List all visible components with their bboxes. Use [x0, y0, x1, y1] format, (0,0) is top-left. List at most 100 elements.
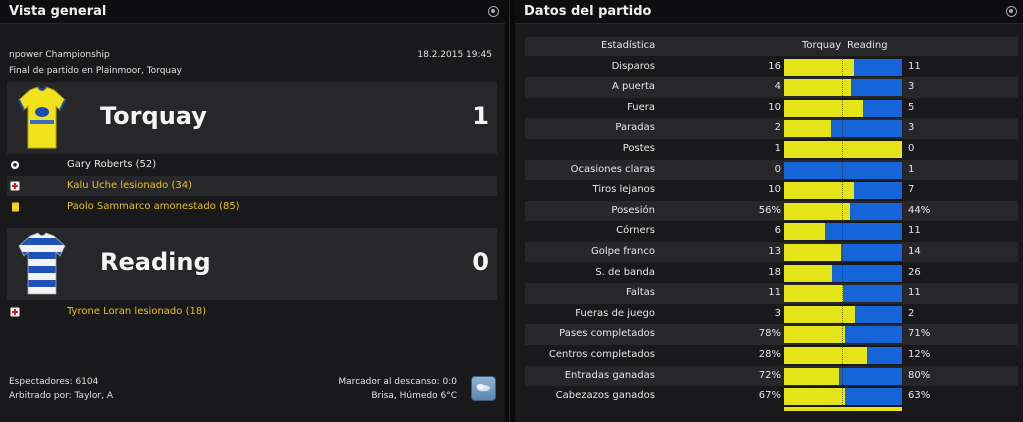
stat-comparison-bar [784, 243, 902, 261]
stat-home-bar [784, 388, 846, 406]
injury-icon [10, 181, 20, 191]
stat-row: Golpe franco 13 14 [525, 241, 1018, 263]
stat-bar-midline [842, 285, 843, 303]
stat-home-bar [784, 223, 826, 241]
away-kit-icon [18, 232, 66, 295]
stat-row: Pases completados 78% 71% [525, 324, 1018, 345]
away-team-name[interactable]: Reading [100, 248, 211, 276]
stat-away-value: 11 [908, 60, 921, 72]
stat-away-value: 26 [908, 266, 921, 278]
stat-away-value: 2 [908, 307, 915, 319]
overview-panel: Vista general npower Championship 18.2.2… [0, 0, 505, 422]
stat-home-value: 3 [774, 307, 781, 319]
stat-home-value: 13 [768, 245, 781, 257]
stat-away-value: 0 [908, 142, 915, 154]
stat-row: A puerta 4 3 [525, 77, 1018, 98]
stat-comparison-bar [784, 99, 902, 117]
competition-name[interactable]: npower Championship [9, 50, 110, 60]
stat-home-bar [784, 243, 841, 261]
stat-bar-midline [842, 202, 843, 220]
event-text[interactable]: Kalu Uche lesionado (34) [67, 180, 192, 191]
stat-bar-midline [842, 120, 843, 138]
stat-comparison-bar [784, 326, 902, 344]
stat-comparison-bar [784, 161, 902, 179]
stat-away-value: 3 [908, 122, 915, 134]
stat-home-value: 2 [774, 122, 781, 134]
stat-away-value: 12% [908, 348, 931, 360]
stat-bar-midline [842, 58, 843, 76]
stat-comparison-bar [784, 140, 902, 158]
stat-home-value: 1 [774, 142, 781, 154]
stat-label: Córners [616, 225, 655, 237]
stat-row: Tiros lejanos 10 7 [525, 180, 1018, 201]
stat-label: Cabezazos ganados [555, 390, 655, 402]
stat-label: Entradas ganadas [564, 369, 655, 381]
event-text[interactable]: Paolo Sammarco amonestado (85) [67, 201, 240, 212]
stat-home-bar [784, 264, 833, 282]
stat-label: S. de banda [595, 266, 655, 278]
stat-bar-midline [842, 326, 843, 344]
stat-home-bar [784, 182, 854, 200]
stat-home-bar [784, 99, 864, 117]
stat-home-bar [784, 305, 855, 323]
yellow-card-icon [12, 202, 19, 212]
stat-row: Entradas ganadas 72% 80% [525, 365, 1018, 387]
stat-home-value: 11 [768, 287, 781, 299]
stat-comparison-bar [784, 305, 902, 323]
stat-away-value: 44% [908, 204, 931, 216]
stat-away-value: 11 [908, 225, 921, 237]
stat-row: Fuera 10 5 [525, 98, 1018, 119]
home-team-score: 1 [472, 102, 489, 130]
stat-comparison-bar [784, 223, 902, 241]
match-datetime: 18.2.2015 19:45 [417, 50, 492, 60]
event-row: Kalu Uche lesionado (34) [7, 176, 497, 196]
away-team-score: 0 [472, 248, 489, 276]
column-stat-label: Estadística [601, 40, 656, 51]
event-text[interactable]: Gary Roberts (52) [67, 159, 156, 170]
stat-row: Faltas 11 11 [525, 283, 1018, 304]
stat-comparison-bar [784, 202, 902, 220]
stats-header-bar: Datos del partido [515, 0, 1023, 24]
stat-away-value: 5 [908, 101, 915, 113]
stat-home-value: 28% [758, 348, 781, 360]
stat-label: Disparos [611, 60, 655, 72]
stats-options-icon[interactable] [1006, 6, 1017, 17]
stats-list-overflow [784, 407, 902, 411]
overview-header: Vista general [0, 0, 505, 24]
stat-label: Tiros lejanos [592, 184, 655, 196]
stat-home-bar [784, 367, 840, 385]
stat-away-value: 7 [908, 184, 915, 196]
stat-comparison-bar [784, 182, 902, 200]
stat-home-value: 16 [768, 60, 781, 72]
stat-label: Paradas [615, 122, 655, 134]
stat-row: Postes 1 0 [525, 139, 1018, 160]
stat-home-bar [784, 140, 902, 158]
stat-comparison-bar [784, 367, 902, 385]
home-team-name[interactable]: Torquay [100, 102, 207, 130]
stat-bar-midline [842, 99, 843, 117]
event-text[interactable]: Tyrone Loran lesionado (18) [67, 306, 206, 317]
stat-bar-midline [842, 264, 843, 282]
stat-bar-midline [842, 182, 843, 200]
stat-home-bar [784, 346, 867, 364]
stat-bar-midline [842, 346, 843, 364]
stat-away-value: 1 [908, 163, 915, 175]
stat-comparison-bar [784, 346, 902, 364]
event-row: Gary Roberts (52) [7, 155, 497, 175]
stat-away-value: 11 [908, 287, 921, 299]
stat-comparison-bar [784, 120, 902, 138]
stat-home-value: 10 [768, 184, 781, 196]
stat-away-value: 80% [908, 369, 931, 381]
stat-row: Disparos 16 11 [525, 57, 1018, 78]
overview-options-icon[interactable] [488, 6, 499, 17]
stat-bar-midline [842, 223, 843, 241]
away-team-block: Reading 0 [7, 228, 497, 300]
stat-home-value: 78% [758, 328, 781, 340]
stat-row: Fueras de juego 3 2 [525, 304, 1018, 325]
weather-text: Brisa, Húmedo 6°C [371, 391, 457, 401]
stat-home-bar [784, 285, 843, 303]
referee-text[interactable]: Arbitrado por: Taylor, A [9, 391, 113, 401]
panel-divider[interactable] [505, 0, 515, 422]
stat-label: Fuera [627, 101, 655, 113]
attendance-text: Espectadores: 6104 [9, 377, 99, 387]
